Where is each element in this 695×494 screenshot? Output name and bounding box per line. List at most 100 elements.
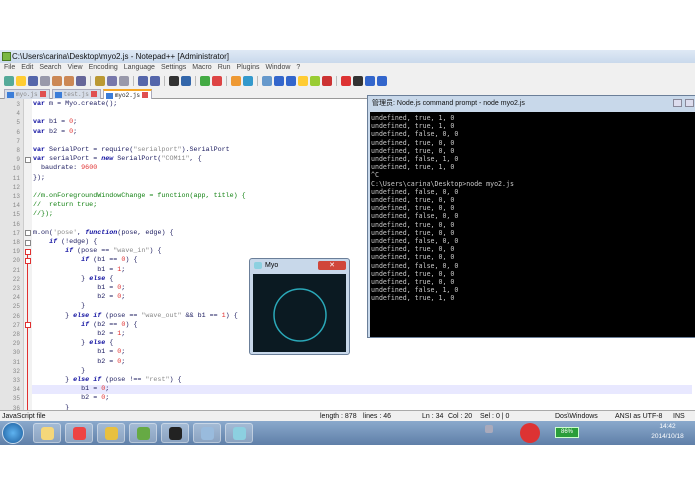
- toolbar-button-icon[interactable]: [40, 75, 50, 86]
- toolbar-button-icon[interactable]: [181, 75, 191, 86]
- line-number: 3: [16, 101, 20, 108]
- code-token: var: [33, 146, 46, 154]
- taskbar-cmd-button[interactable]: [161, 423, 189, 443]
- tab-myo-js[interactable]: myo.js: [4, 89, 50, 99]
- console-line: undefined, false, 1, 0: [371, 155, 459, 164]
- code-token: SerialPort = require(: [45, 146, 134, 154]
- start-button[interactable]: [2, 422, 24, 444]
- code-token: 'pose': [53, 228, 78, 237]
- code-line: var b2 = 0;: [33, 128, 77, 137]
- toolbar-button-icon[interactable]: [16, 75, 26, 86]
- toolbar-separator: [133, 75, 134, 86]
- code-line: } else {: [33, 339, 113, 348]
- toolbar-button-icon[interactable]: [200, 75, 210, 86]
- minimize-button[interactable]: [673, 99, 682, 107]
- toolbar-separator: [164, 75, 165, 86]
- taskbar: 86% 14:42 2014/10/18: [0, 421, 695, 445]
- menu-item-macro[interactable]: Macro: [192, 63, 211, 73]
- battery-indicator[interactable]: 86%: [555, 427, 579, 438]
- tray-icon[interactable]: [485, 425, 493, 433]
- toolbar-button-icon[interactable]: [138, 75, 148, 86]
- code-token: "serialport": [133, 146, 182, 154]
- code-token: ,: [77, 228, 86, 237]
- menu-item-language[interactable]: Language: [124, 63, 155, 73]
- ring-circle: [273, 288, 327, 342]
- taskbar-notepadpp-button[interactable]: [129, 423, 157, 443]
- console-window[interactable]: 管理员: Node.js command prompt - node myo2.…: [367, 95, 695, 338]
- fold-marker-icon[interactable]: [25, 322, 31, 329]
- toolbar-separator: [226, 75, 227, 86]
- toolbar-button-icon[interactable]: [64, 75, 74, 86]
- code-token: m = Myo.create();: [45, 100, 118, 108]
- clock[interactable]: 14:42 2014/10/18: [640, 422, 695, 442]
- toolbar-button-icon[interactable]: [262, 75, 272, 86]
- taskbar-chrome-button[interactable]: [65, 423, 93, 443]
- code-line: b1 = 0;: [33, 284, 125, 293]
- fold-marker-icon[interactable]: [25, 239, 31, 246]
- code-line: var SerialPort = require("serialport").S…: [33, 146, 230, 155]
- myo-icon: [254, 262, 262, 269]
- menu-item-run[interactable]: Run: [218, 63, 231, 73]
- code-token: else if: [73, 376, 102, 384]
- toolbar-button-icon[interactable]: [274, 75, 284, 86]
- taskbar-explorer-button[interactable]: [33, 423, 61, 443]
- notepadpp-icon: [136, 427, 150, 440]
- close-tab-icon[interactable]: [142, 92, 149, 99]
- security-app-icon[interactable]: [520, 423, 540, 443]
- console-line: undefined, true, 0, 0: [371, 138, 455, 147]
- maximize-button[interactable]: [685, 99, 694, 107]
- code-token: }: [33, 366, 86, 375]
- toolbar-button-icon[interactable]: [212, 75, 222, 86]
- toolbar-button-icon[interactable]: [353, 75, 363, 86]
- toolbar-button-icon[interactable]: [95, 75, 105, 86]
- menu-item-search[interactable]: Search: [39, 63, 61, 73]
- toolbar-button-icon[interactable]: [377, 75, 387, 86]
- tab-test-js[interactable]: test.js: [51, 89, 101, 99]
- toolbar-button-icon[interactable]: [310, 75, 320, 86]
- menu-item-settings[interactable]: Settings: [161, 63, 186, 73]
- close-tab-icon[interactable]: [39, 91, 46, 98]
- tab-label: test.js: [63, 91, 89, 98]
- menu-item-edit[interactable]: Edit: [21, 63, 33, 73]
- menu-item-help[interactable]: ?: [296, 63, 300, 73]
- taskbar-paint-button[interactable]: [193, 423, 221, 443]
- toolbar-button-icon[interactable]: [365, 75, 375, 86]
- close-tab-icon[interactable]: [90, 91, 97, 98]
- taskbar-myo-button[interactable]: [225, 423, 253, 443]
- fold-marker-icon[interactable]: [25, 257, 31, 264]
- line-number: 5: [16, 119, 20, 127]
- code-line: //m.onForegroundWindowChange = function(…: [33, 192, 246, 201]
- code-token: // return true;: [33, 201, 98, 210]
- menu-item-file[interactable]: File: [4, 63, 15, 73]
- toolbar-button-icon[interactable]: [28, 75, 38, 86]
- toolbar-button-icon[interactable]: [322, 75, 332, 86]
- toolbar: [0, 73, 695, 88]
- toolbar-button-icon[interactable]: [119, 75, 129, 86]
- myo-window[interactable]: Myo ✕: [249, 258, 350, 355]
- code-line: baudrate: 9600: [33, 164, 97, 173]
- toolbar-button-icon[interactable]: [298, 75, 308, 86]
- code-token: ;: [105, 385, 110, 394]
- fold-marker-icon[interactable]: [25, 248, 31, 255]
- fold-marker-icon[interactable]: [25, 156, 31, 163]
- console-output[interactable]: undefined, true, 1, 0 undefined, true, 1,…: [370, 112, 695, 337]
- toolbar-button-icon[interactable]: [243, 75, 253, 86]
- tab-myo2-js[interactable]: myo2.js: [102, 89, 153, 99]
- menu-item-encoding[interactable]: Encoding: [89, 63, 118, 73]
- close-button[interactable]: ✕: [318, 261, 346, 270]
- toolbar-button-icon[interactable]: [341, 75, 351, 86]
- toolbar-button-icon[interactable]: [150, 75, 160, 86]
- menu-item-plugins[interactable]: Plugins: [237, 63, 260, 73]
- menu-item-view[interactable]: View: [68, 63, 83, 73]
- toolbar-button-icon[interactable]: [286, 75, 296, 86]
- toolbar-button-icon[interactable]: [4, 75, 14, 86]
- fold-marker-icon[interactable]: [25, 230, 31, 237]
- toolbar-button-icon[interactable]: [107, 75, 117, 86]
- toolbar-button-icon[interactable]: [76, 75, 86, 86]
- menu-item-window[interactable]: Window: [266, 63, 291, 73]
- toolbar-button-icon[interactable]: [169, 75, 179, 86]
- toolbar-button-icon[interactable]: [52, 75, 62, 86]
- toolbar-button-icon[interactable]: [231, 75, 241, 86]
- taskbar-folder-tools-button[interactable]: [97, 423, 125, 443]
